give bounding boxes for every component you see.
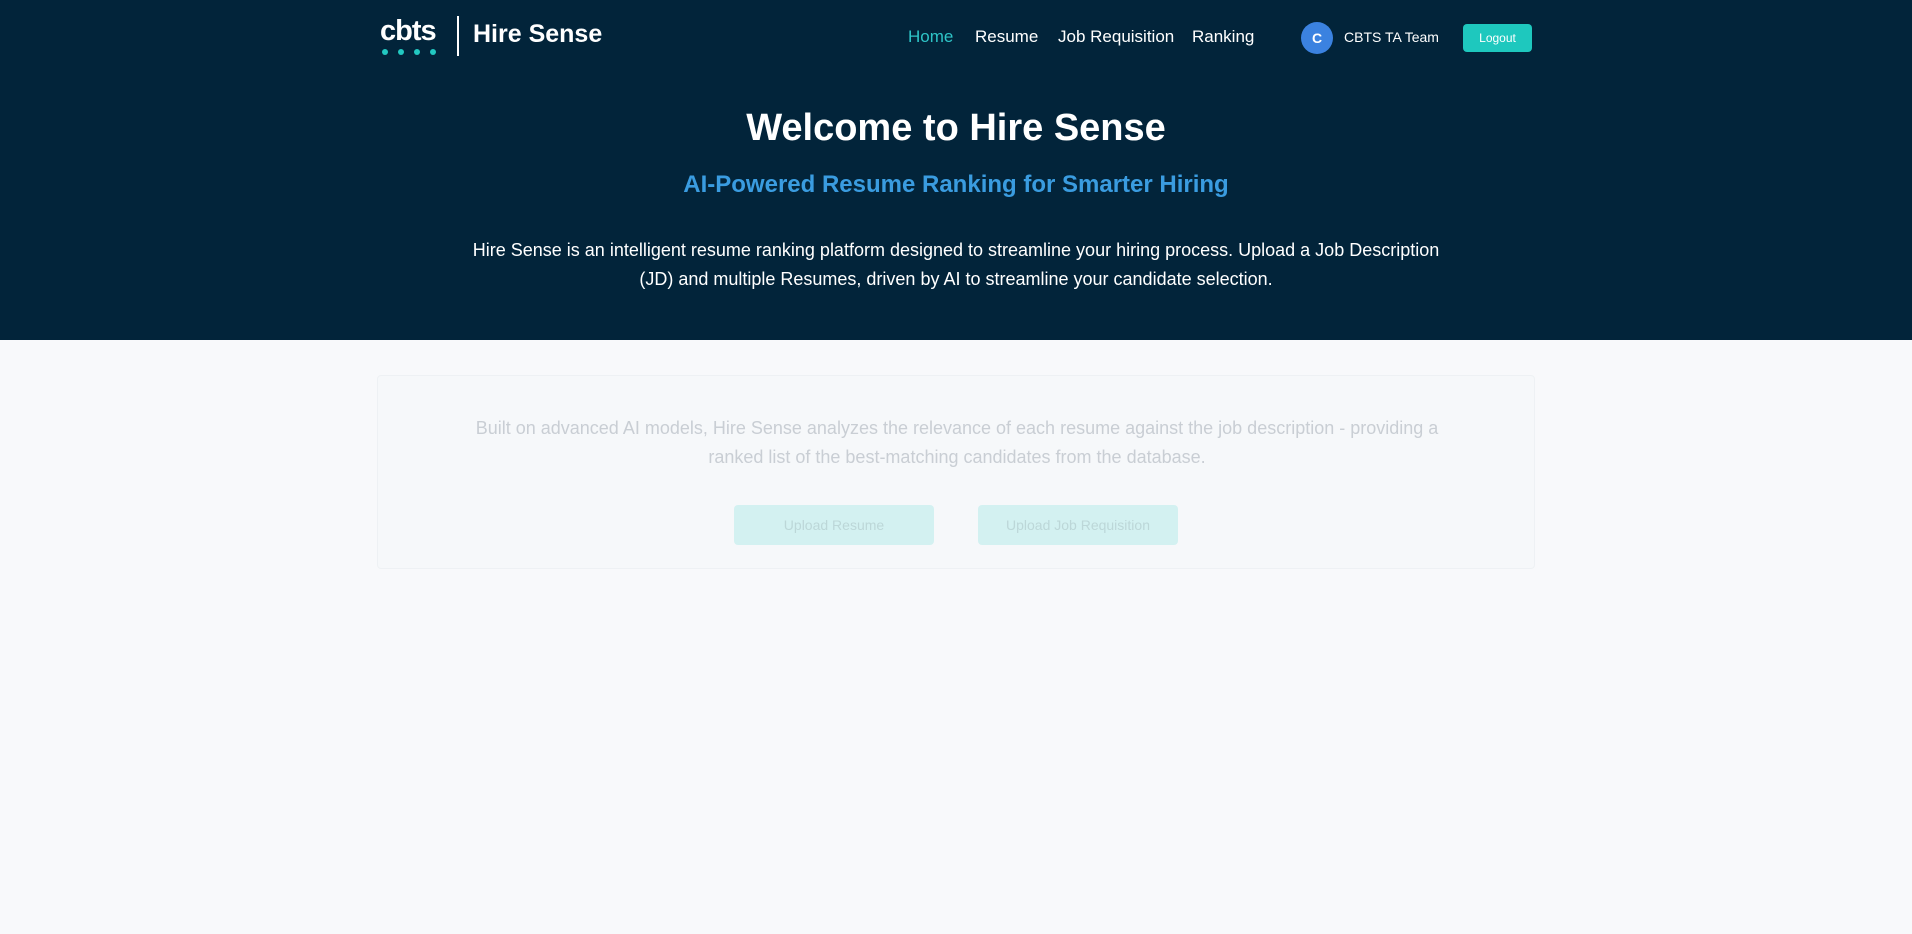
feature-card: Built on advanced AI models, Hire Sense … [377, 375, 1535, 569]
nav-home[interactable]: Home [908, 27, 953, 47]
hero-description: Hire Sense is an intelligent resume rank… [472, 240, 1440, 289]
logo-divider [457, 16, 459, 56]
logout-button[interactable]: Logout [1463, 24, 1532, 52]
nav-resume[interactable]: Resume [975, 27, 1038, 47]
feature-description: Built on advanced AI models, Hire Sense … [475, 418, 1439, 467]
logo-dot [382, 49, 388, 55]
hero-subtitle: AI-Powered Resume Ranking for Smarter Hi… [683, 171, 1229, 198]
top-navbar: cbts Hire Sense Home Resume Job Requisit… [0, 0, 1912, 76]
logo-dot [430, 49, 436, 55]
nav-ranking[interactable]: Ranking [1192, 27, 1254, 47]
logo-dots [382, 49, 436, 55]
upload-job-requisition-button[interactable]: Upload Job Requisition [978, 505, 1178, 545]
user-name: CBTS TA Team [1344, 29, 1439, 45]
hero-banner: cbts Hire Sense Home Resume Job Requisit… [0, 0, 1912, 340]
cbts-logo[interactable]: cbts [380, 14, 437, 56]
logo-dot [414, 49, 420, 55]
hero-title: Welcome to Hire Sense [746, 107, 1166, 149]
logo-wordmark: cbts [380, 15, 437, 47]
user-avatar[interactable]: C [1301, 22, 1333, 54]
logo-dot [398, 49, 404, 55]
brand-title: Hire Sense [473, 20, 603, 48]
upload-resume-button[interactable]: Upload Resume [734, 505, 934, 545]
nav-job-requisition[interactable]: Job Requisition [1058, 27, 1174, 47]
